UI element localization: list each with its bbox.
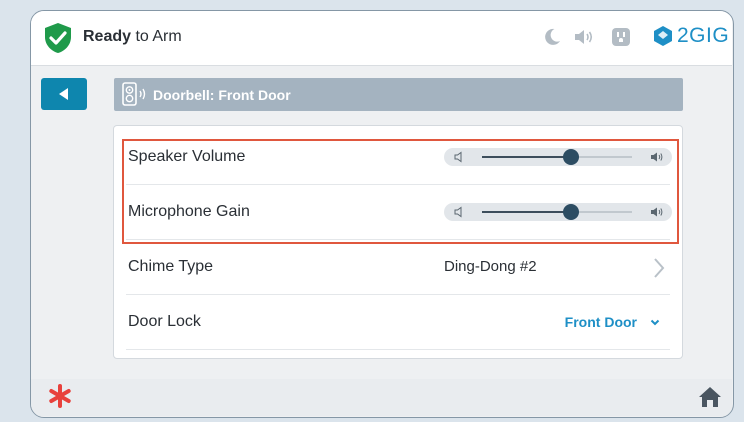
setting-label: Door Lock [128,313,201,330]
chime-type-value: Ding-Dong #2 [444,258,537,275]
device-title: Doorbell: Front Door [153,87,291,103]
panel-screen: Ready to Arm 2GIG Doorbell: Front Door S… [30,10,734,418]
setting-row-door-lock: Door Lock Front Door [126,295,670,350]
microphone-gain-slider[interactable] [444,203,672,221]
slider-track [482,149,632,165]
setting-label: Microphone Gain [128,203,250,220]
speaker-volume-slider[interactable] [444,148,672,166]
setting-label: Speaker Volume [128,148,246,165]
brand-logo: 2GIG [652,24,729,48]
moon-icon[interactable] [540,25,564,49]
arm-status-rest: to Arm [131,28,182,45]
volume-high-icon [651,152,663,162]
status-header: Ready to Arm 2GIG [31,11,732,66]
bottom-bar [31,379,732,416]
settings-panel: Speaker Volume Microphone Gain Chime Typ… [113,125,683,359]
back-arrow-icon [59,88,68,100]
volume-low-icon [454,206,462,218]
slider-fill [482,211,571,213]
2gig-logo-icon [654,26,672,46]
setting-row-speaker-volume: Speaker Volume [126,130,672,185]
emergency-asterisk-icon[interactable] [48,384,72,408]
chevron-right-icon [654,258,665,278]
doorbell-speaker-icon [122,82,146,106]
device-title-bar: Doorbell: Front Door [114,78,683,111]
chevron-down-icon [650,319,660,325]
shield-check-icon [45,23,71,53]
home-icon[interactable] [698,386,722,408]
back-button[interactable] [41,78,87,110]
volume-high-icon [651,207,663,217]
setting-row-chime-type[interactable]: Chime Type Ding-Dong #2 [126,240,670,295]
brand-name: 2GIG [677,24,730,47]
slider-fill [482,156,571,158]
setting-row-microphone-gain: Microphone Gain [126,185,672,240]
arm-status-text: Ready to Arm [83,28,182,46]
speaker-icon[interactable] [572,25,596,49]
door-lock-value: Front Door [564,314,637,330]
volume-low-icon [454,151,462,163]
door-lock-dropdown[interactable]: Front Door [565,314,660,330]
slider-thumb[interactable] [562,204,579,220]
slider-track [482,204,632,220]
slider-thumb[interactable] [562,149,579,165]
setting-label: Chime Type [128,258,214,275]
outlet-icon[interactable] [609,25,633,49]
arm-status-ready: Ready [83,28,132,45]
